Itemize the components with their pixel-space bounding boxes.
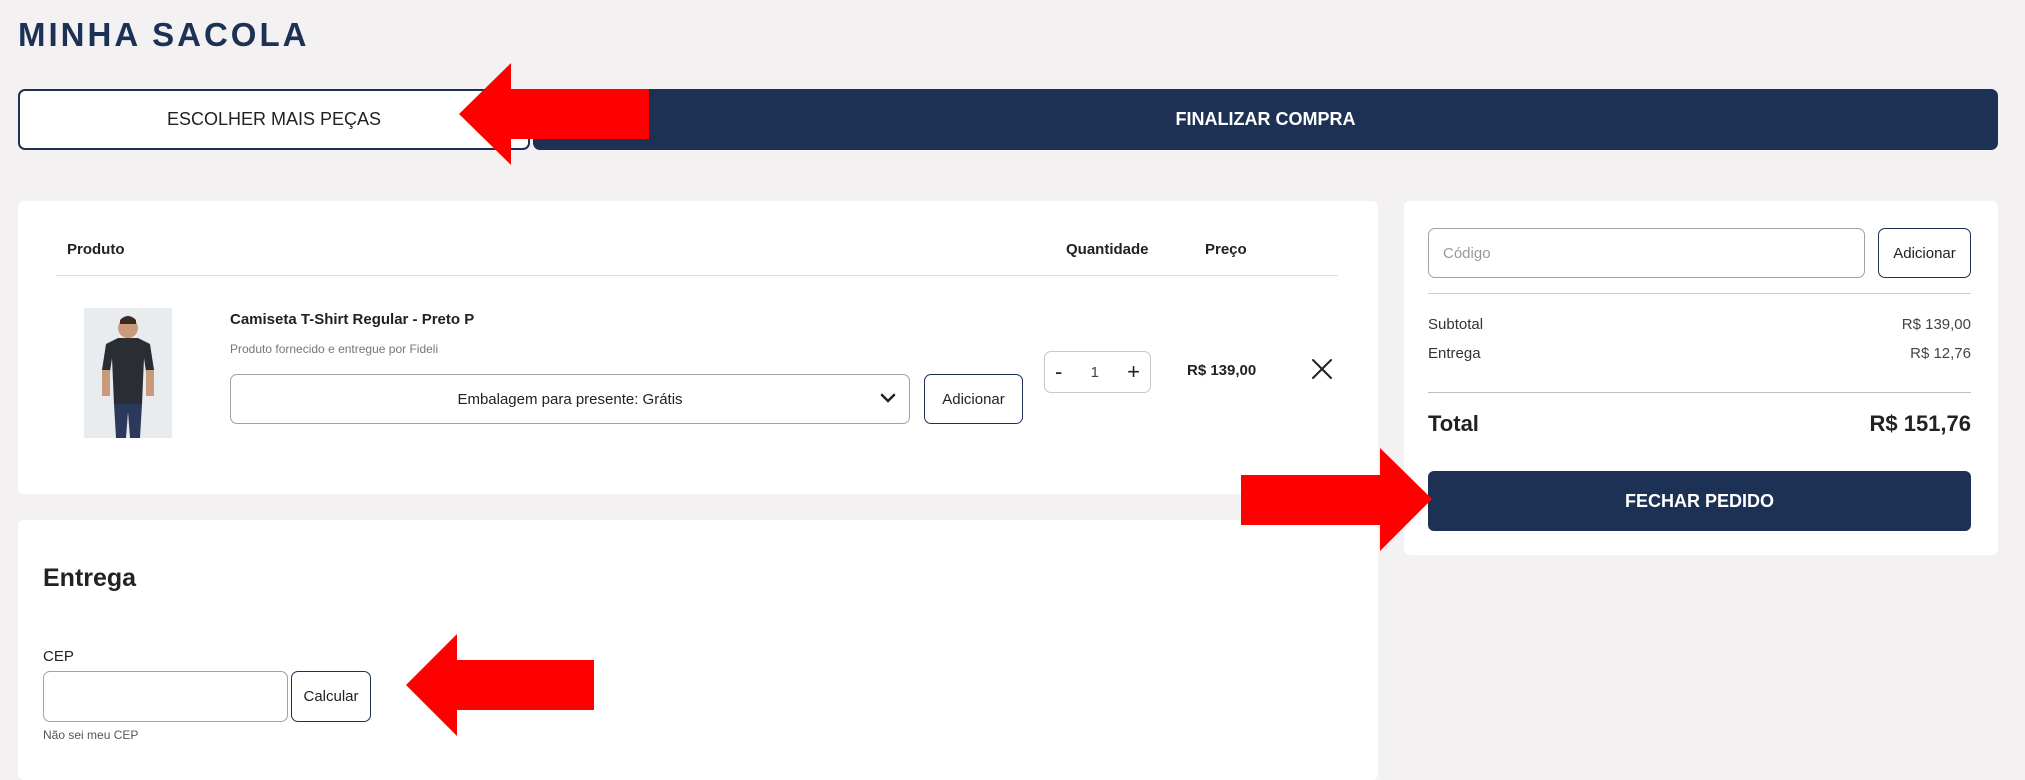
finish-purchase-button[interactable]: FINALIZAR COMPRA — [533, 89, 1998, 150]
coupon-input[interactable]: Código — [1428, 228, 1865, 278]
summary-divider-top — [1428, 293, 1971, 294]
subtotal-value: R$ 139,00 — [1901, 316, 1971, 333]
continue-shopping-button[interactable]: ESCOLHER MAIS PEÇAS — [18, 89, 530, 150]
item-price: R$ 139,00 — [1187, 362, 1257, 379]
header-quantity: Quantidade — [1066, 241, 1149, 258]
header-price: Preço — [1205, 241, 1247, 258]
coupon-add-button[interactable]: Adicionar — [1878, 228, 1971, 278]
shipping-label: Entrega — [1428, 345, 1481, 362]
cep-input[interactable] — [43, 671, 288, 722]
qty-value: 1 — [1090, 363, 1099, 381]
product-image[interactable] — [84, 308, 172, 438]
red-arrow-annotation — [1241, 448, 1432, 551]
header-divider — [56, 275, 1338, 276]
unknown-cep-link[interactable]: Não sei meu CEP — [43, 728, 138, 742]
cart-panel: Produto Quantidade Preço Camiseta T-Shir… — [18, 201, 1378, 494]
cep-label: CEP — [43, 648, 74, 665]
subtotal-label: Subtotal — [1428, 316, 1484, 333]
checkout-button[interactable]: FECHAR PEDIDO — [1428, 471, 1971, 531]
header-product: Produto — [67, 241, 125, 258]
shipping-value: R$ 12,76 — [1910, 345, 1971, 362]
red-arrow-annotation — [459, 63, 649, 165]
total-label: Total — [1428, 411, 1479, 436]
delivery-panel: Entrega CEP Calcular Não sei meu CEP — [18, 520, 1378, 780]
delivery-title: Entrega — [43, 564, 137, 592]
order-summary-panel: Código Adicionar Subtotal R$ 139,00 Entr… — [1404, 201, 1998, 555]
qty-increase-button[interactable]: + — [1127, 359, 1140, 385]
calculate-button[interactable]: Calcular — [291, 671, 371, 722]
quantity-stepper[interactable]: - 1 + — [1044, 351, 1151, 393]
qty-decrease-button[interactable]: - — [1055, 359, 1062, 385]
gift-wrap-select[interactable]: Embalagem para presente: Grátis — [230, 374, 910, 424]
product-name[interactable]: Camiseta T-Shirt Regular - Preto P — [230, 311, 474, 328]
red-arrow-annotation — [406, 634, 594, 736]
chevron-down-icon — [879, 389, 897, 411]
gift-wrap-select-value: Embalagem para presente: Grátis — [457, 390, 683, 408]
product-seller: Produto fornecido e entregue por Fideli — [230, 342, 439, 356]
total-value: R$ 151,76 — [1869, 411, 1971, 436]
gift-add-button[interactable]: Adicionar — [924, 374, 1023, 424]
summary-divider-bottom — [1428, 392, 1971, 393]
page-title: MINHA SACOLA — [18, 16, 310, 53]
close-icon[interactable] — [1310, 357, 1334, 386]
